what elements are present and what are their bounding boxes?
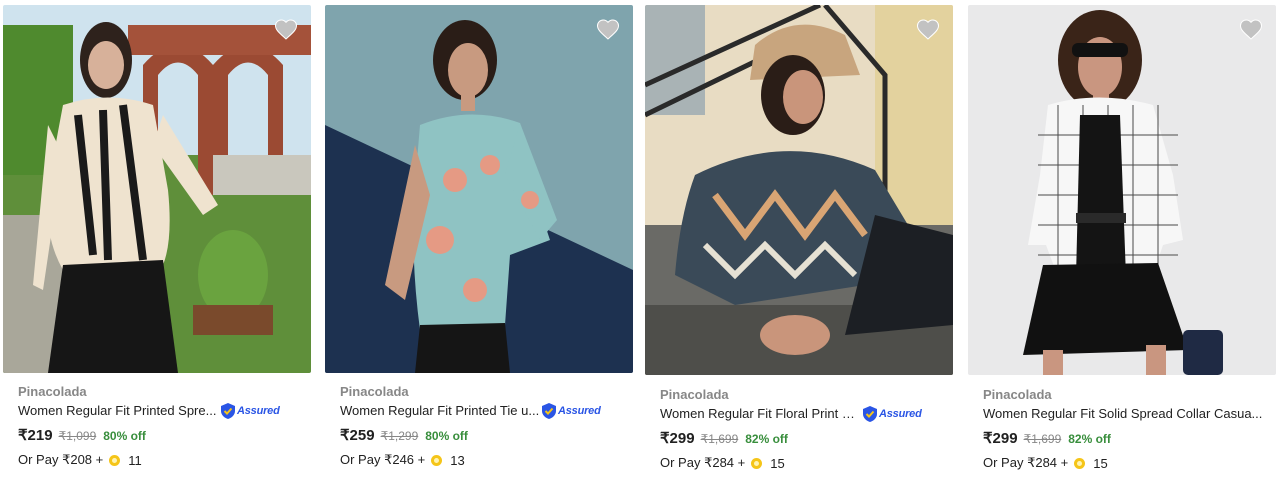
supercoin-icon [1074, 457, 1086, 469]
product-card[interactable]: Pinacolada Women Regular Fit Floral Prin… [645, 0, 953, 488]
supercoin-icon [431, 454, 443, 466]
product-title[interactable]: Women Regular Fit Printed Spre... [18, 403, 218, 418]
product-brand: Pinacolada [983, 387, 1052, 402]
product-image[interactable] [645, 5, 953, 375]
assured-shield-icon [863, 406, 877, 422]
pay-text: Or Pay ₹284 + [660, 455, 746, 470]
assured-badge: Assured [542, 403, 601, 419]
product-title[interactable]: Women Regular Fit Solid Spread Collar Ca… [983, 406, 1268, 421]
coin-pay-row: Or Pay ₹284 + 15 [983, 455, 1108, 471]
price-row: ₹299 ₹1,699 82% off [983, 429, 1111, 447]
selling-price: ₹259 [340, 427, 375, 444]
heart-icon[interactable] [916, 18, 940, 40]
product-image[interactable] [325, 5, 633, 373]
product-brand: Pinacolada [18, 384, 87, 399]
price-row: ₹299 ₹1,699 82% off [660, 429, 788, 447]
assured-badge: Assured [863, 406, 922, 422]
assured-label: Assured [237, 405, 280, 417]
product-title[interactable]: Women Regular Fit Floral Print S... [660, 406, 860, 421]
discount-percent: 80% off [425, 429, 468, 443]
supercoin-icon [109, 454, 121, 466]
product-brand: Pinacolada [660, 387, 729, 402]
selling-price: ₹299 [660, 430, 695, 447]
price-row: ₹219 ₹1,099 80% off [18, 426, 146, 444]
selling-price: ₹299 [983, 430, 1018, 447]
product-title[interactable]: Women Regular Fit Printed Tie u... [340, 403, 540, 418]
product-card[interactable]: Pinacolada Women Regular Fit Printed Tie… [325, 0, 633, 488]
price-row: ₹259 ₹1,299 80% off [340, 426, 468, 444]
assured-label: Assured [558, 405, 601, 417]
coin-count: 13 [450, 452, 465, 468]
pay-text: Or Pay ₹208 + [18, 452, 104, 467]
coin-pay-row: Or Pay ₹284 + 15 [660, 455, 785, 471]
coin-pay-row: Or Pay ₹246 + 13 [340, 452, 465, 468]
product-card[interactable]: Pinacolada Women Regular Fit Solid Sprea… [968, 0, 1276, 488]
assured-shield-icon [542, 403, 556, 419]
selling-price: ₹219 [18, 427, 53, 444]
coin-count: 11 [128, 452, 142, 468]
original-price: ₹1,099 [58, 429, 97, 443]
original-price: ₹1,699 [1023, 432, 1062, 446]
product-image[interactable] [3, 5, 311, 373]
heart-icon[interactable] [596, 18, 620, 40]
coin-count: 15 [1093, 455, 1108, 471]
product-brand: Pinacolada [340, 384, 409, 399]
heart-icon[interactable] [274, 18, 298, 40]
product-card[interactable]: Pinacolada Women Regular Fit Printed Spr… [3, 0, 311, 488]
assured-shield-icon [221, 403, 235, 419]
coin-pay-row: Or Pay ₹208 + 11 [18, 452, 142, 468]
discount-percent: 82% off [1068, 432, 1111, 446]
assured-label: Assured [879, 408, 922, 420]
product-image[interactable] [968, 5, 1276, 375]
coin-count: 15 [770, 455, 785, 471]
discount-percent: 80% off [103, 429, 146, 443]
supercoin-icon [751, 457, 763, 469]
discount-percent: 82% off [745, 432, 788, 446]
assured-badge: Assured [221, 403, 280, 419]
heart-icon[interactable] [1239, 18, 1263, 40]
pay-text: Or Pay ₹246 + [340, 452, 426, 467]
original-price: ₹1,299 [380, 429, 419, 443]
pay-text: Or Pay ₹284 + [983, 455, 1069, 470]
original-price: ₹1,699 [700, 432, 739, 446]
